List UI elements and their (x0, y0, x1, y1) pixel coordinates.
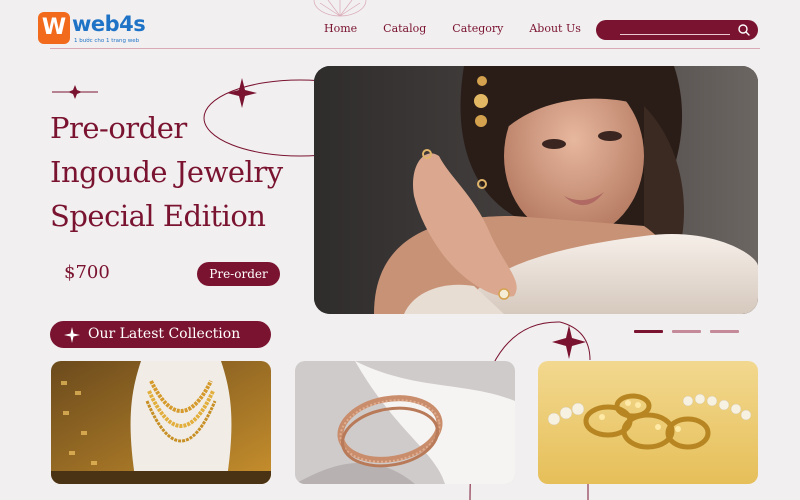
nav-category[interactable]: Category (452, 22, 503, 35)
search-button[interactable] (736, 22, 752, 38)
collection-card-1[interactable] (51, 361, 271, 484)
gold-rings-pearls-image (538, 361, 758, 484)
nav-about-us[interactable]: About Us (529, 22, 581, 35)
model-with-jewelry-image (314, 66, 758, 314)
collection-card-2[interactable] (295, 361, 515, 484)
nav-catalog[interactable]: Catalog (383, 22, 426, 35)
search-bar (596, 20, 758, 40)
hero-image (314, 66, 758, 314)
hero-title-line-1: Pre-order (50, 111, 187, 145)
search-icon (738, 24, 750, 36)
carousel-indicator (634, 330, 748, 333)
rose-gold-bracelet-image (295, 361, 515, 484)
carousel-dot-1[interactable] (634, 330, 663, 333)
logo[interactable]: W web4s 1 bước cho 1 trang web (38, 12, 148, 46)
carousel-dot-2[interactable] (672, 330, 701, 333)
collection-card-3[interactable] (538, 361, 758, 484)
sparkle-icon (64, 327, 80, 343)
hero-price: $700 (64, 262, 110, 283)
hero-title: Pre-order Ingoude Jewelry Special Editio… (50, 106, 320, 238)
hero-title-line-3: Special Edition (50, 199, 266, 233)
carousel-dot-3[interactable] (710, 330, 739, 333)
logo-tagline: 1 bước cho 1 trang web (74, 38, 140, 44)
collection-heading-label: Our Latest Collection (88, 326, 241, 342)
preorder-button[interactable]: Pre-order (197, 262, 280, 286)
logo-badge: W (38, 12, 70, 44)
header-divider (50, 48, 760, 49)
gold-necklaces-image (51, 361, 271, 484)
search-input[interactable] (620, 25, 730, 35)
logo-wordmark: web4s (72, 12, 146, 36)
nav-home[interactable]: Home (324, 22, 357, 35)
main-nav: Home Catalog Category About Us (324, 22, 581, 35)
site-header: W web4s 1 bước cho 1 trang web Home Cata… (0, 0, 800, 50)
latest-collection-heading: Our Latest Collection (50, 321, 271, 348)
hero-title-line-2: Ingoude Jewelry (50, 155, 283, 189)
